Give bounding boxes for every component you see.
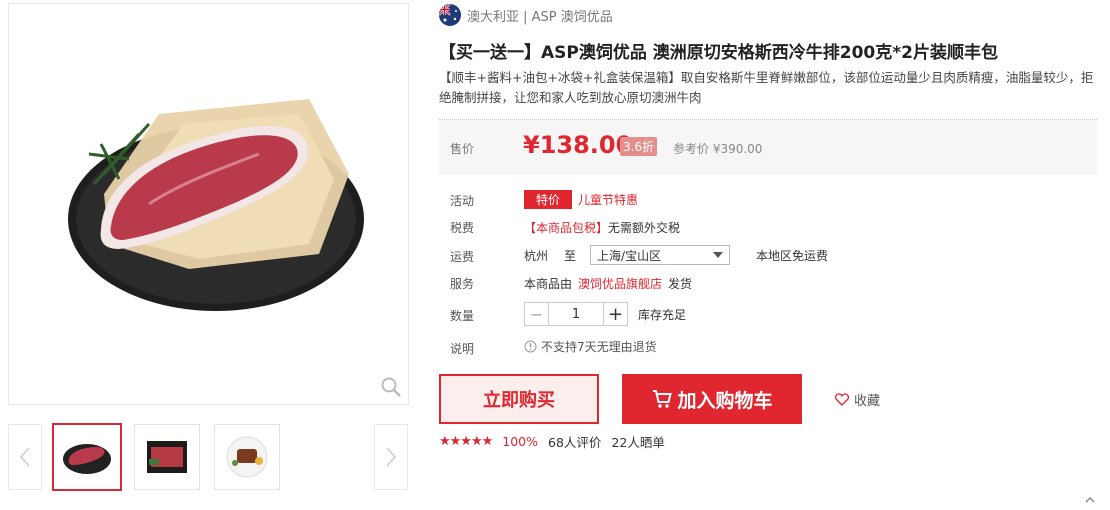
product-description: 【顺丰+酱料+油包+冰袋+礼盒装保温箱】取自安格斯牛里脊鲜嫩部位，该部位运动量少…: [439, 70, 1094, 105]
steak-thumbnail: [63, 444, 111, 474]
store-link[interactable]: 澳饲优品旗舰店: [578, 275, 662, 292]
thumbnail-3[interactable]: [214, 424, 280, 490]
quantity-value: − 1 + 库存充足: [524, 302, 686, 326]
favorite-button[interactable]: 收藏: [835, 390, 880, 409]
quantity-label: 数量: [450, 309, 475, 323]
stock-status: 库存充足: [638, 307, 687, 322]
rating-summary: ★★★★★ 100% 68人评价 22人晒单: [439, 432, 665, 451]
cooked-steak-thumbnail: [226, 436, 268, 478]
notice-label: 说明: [450, 342, 475, 356]
discount-badge: 3.6折: [620, 137, 658, 156]
shipping-note: 本地区免运费: [756, 248, 829, 263]
chevron-up-icon: [1085, 497, 1095, 503]
shipping-value: 杭州 至 上海/宝山区 本地区免运费: [524, 245, 828, 265]
tax-value: 【本商品包税】 无需额外交税: [524, 219, 680, 236]
destination-value: 上海/宝山区: [597, 248, 662, 263]
buy-now-button[interactable]: 立即购买: [439, 374, 599, 424]
promo-text[interactable]: 儿童节特惠: [578, 191, 638, 208]
main-product-image[interactable]: [8, 3, 409, 405]
shipping-to-word: 至: [564, 248, 577, 263]
cart-icon: [653, 390, 673, 408]
quantity-decrease-button[interactable]: −: [525, 303, 549, 325]
service-prefix: 本商品由: [524, 277, 573, 291]
packaged-steak-thumbnail: [147, 441, 187, 473]
rating-stars: ★★★★★: [439, 434, 493, 449]
info-icon: [524, 340, 537, 353]
chevron-right-icon: [386, 447, 397, 467]
tax-label: 税费: [450, 221, 475, 235]
price-panel: 售价 ¥138.00 3.6折 参考价 ¥390.00: [439, 119, 1097, 175]
promo-label: 活动: [450, 194, 475, 208]
origin-text: 澳大利亚 | ASP 澳饲优品: [467, 9, 613, 25]
rating-percent: 100%: [502, 434, 539, 449]
thumbnail-2[interactable]: [134, 424, 200, 490]
quantity-stepper: − 1 +: [524, 302, 628, 326]
tax-text: 无需额外交税: [608, 221, 681, 235]
reference-price: 参考价 ¥390.00: [673, 142, 763, 156]
price-label: 售价: [450, 142, 475, 156]
photo-review-count[interactable]: 22人晒单: [611, 432, 664, 451]
promo-tag: 特价: [524, 190, 573, 209]
shipping-label: 运费: [450, 250, 475, 264]
scroll-up-button[interactable]: [1084, 494, 1096, 504]
promo-value: 特价 儿童节特惠: [524, 190, 638, 209]
steak-image: [68, 99, 364, 311]
service-value: 本商品由 澳饲优品旗舰店 发货: [524, 275, 692, 292]
notice-value: 不支持7天无理由退货: [524, 338, 657, 355]
review-count[interactable]: 68人评价: [548, 432, 601, 451]
thumbnail-1[interactable]: [52, 423, 122, 491]
quantity-input[interactable]: 1: [549, 303, 603, 325]
thumbnail-prev-button[interactable]: [8, 424, 42, 490]
tax-highlight: 【本商品包税】: [524, 221, 609, 235]
quantity-increase-button[interactable]: +: [603, 303, 627, 325]
australia-flag-icon: [439, 4, 461, 26]
favorite-label: 收藏: [854, 394, 881, 409]
notice-text: 不支持7天无理由退货: [541, 340, 657, 354]
thumbnail-next-button[interactable]: [374, 424, 408, 490]
chevron-left-icon: [19, 447, 30, 467]
product-title: 【买一送一】ASP澳饲优品 澳洲原切安格斯西冷牛排200克*2片装顺丰包: [439, 43, 998, 63]
add-to-cart-label: 加入购物车: [677, 389, 773, 412]
service-label: 服务: [450, 277, 475, 291]
shipping-from: 杭州: [524, 248, 549, 263]
zoom-icon[interactable]: [380, 376, 402, 398]
sale-price: ¥138.00: [523, 131, 633, 159]
origin-store-line[interactable]: 澳大利亚 | ASP 澳饲优品: [439, 3, 613, 27]
heart-icon: [835, 393, 849, 406]
destination-select[interactable]: 上海/宝山区: [590, 245, 731, 265]
add-to-cart-button[interactable]: 加入购物车: [622, 374, 802, 424]
caret-down-icon: [713, 252, 724, 258]
service-suffix: 发货: [668, 277, 693, 291]
